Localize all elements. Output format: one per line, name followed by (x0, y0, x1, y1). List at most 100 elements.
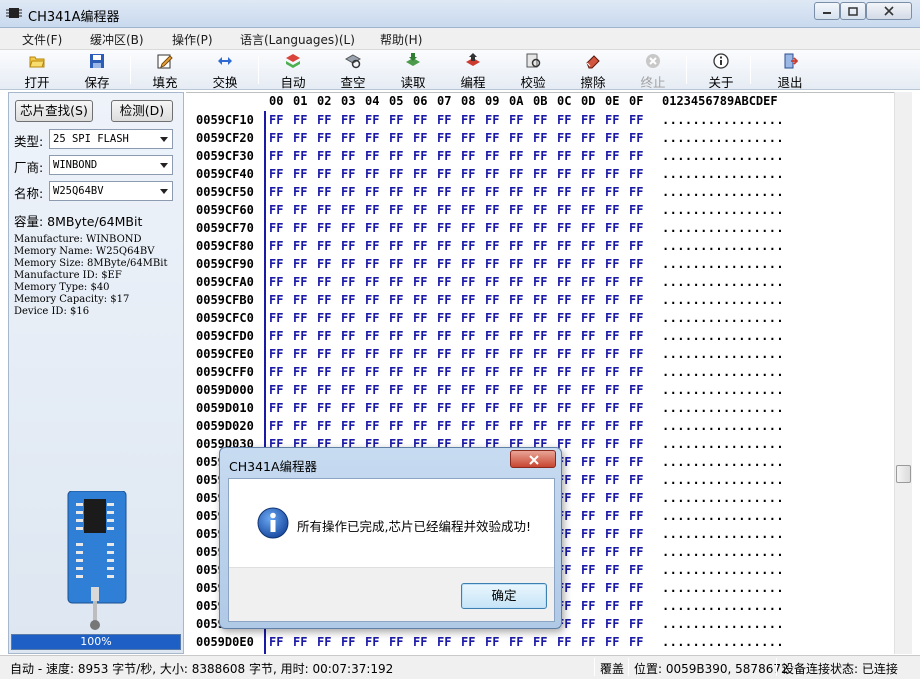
hex-byte[interactable]: FF (557, 635, 571, 649)
hex-byte[interactable]: FF (533, 311, 547, 325)
hex-byte[interactable]: FF (581, 401, 595, 415)
hex-byte[interactable]: FF (269, 167, 283, 181)
hex-byte[interactable]: FF (605, 257, 619, 271)
hex-byte[interactable]: FF (317, 113, 331, 127)
hex-byte[interactable]: FF (317, 329, 331, 343)
hex-byte[interactable]: FF (461, 185, 475, 199)
hex-byte[interactable]: FF (437, 275, 451, 289)
hex-byte[interactable]: FF (365, 635, 379, 649)
hex-byte[interactable]: FF (365, 365, 379, 379)
detect-button[interactable]: 检测(D) (111, 100, 173, 122)
hex-byte[interactable]: FF (413, 131, 427, 145)
ok-button[interactable]: 确定 (461, 583, 547, 609)
hex-byte[interactable]: FF (629, 491, 643, 505)
hex-byte[interactable]: FF (605, 185, 619, 199)
hex-byte[interactable]: FF (533, 203, 547, 217)
hex-byte[interactable]: FF (437, 239, 451, 253)
hex-byte[interactable]: FF (605, 329, 619, 343)
hex-byte[interactable]: FF (461, 131, 475, 145)
hex-byte[interactable]: FF (293, 347, 307, 361)
hex-byte[interactable]: FF (341, 347, 355, 361)
hex-byte[interactable]: FF (293, 257, 307, 271)
hex-byte[interactable]: FF (269, 275, 283, 289)
hex-byte[interactable]: FF (269, 635, 283, 649)
hex-byte[interactable]: FF (509, 221, 523, 235)
hex-byte[interactable]: FF (485, 635, 499, 649)
hex-byte[interactable]: FF (509, 167, 523, 181)
hex-byte[interactable]: FF (605, 581, 619, 595)
hex-row[interactable]: 0059CFE0 FF FF FF FF FF FF FF FF FF FF FF FF FF FF FF FF… (186, 345, 894, 363)
hex-byte[interactable]: FF (485, 365, 499, 379)
hex-byte[interactable]: FF (605, 203, 619, 217)
hex-byte[interactable]: FF (557, 401, 571, 415)
hex-byte[interactable]: FF (293, 131, 307, 145)
chip-search-button[interactable]: 芯片查找(S) (15, 100, 93, 122)
hex-byte[interactable]: FF (389, 113, 403, 127)
read-button[interactable]: 读取 (389, 52, 437, 90)
hex-byte[interactable]: FF (533, 149, 547, 163)
close-button[interactable] (866, 2, 912, 20)
hex-byte[interactable]: FF (629, 275, 643, 289)
hex-byte[interactable]: FF (293, 365, 307, 379)
hex-byte[interactable]: FF (365, 203, 379, 217)
hex-byte[interactable]: FF (365, 185, 379, 199)
hex-byte[interactable]: FF (317, 149, 331, 163)
hex-byte[interactable]: FF (605, 617, 619, 631)
hex-byte[interactable]: FF (413, 257, 427, 271)
hex-byte[interactable]: FF (605, 383, 619, 397)
hex-byte[interactable]: FF (485, 275, 499, 289)
hex-byte[interactable]: FF (461, 347, 475, 361)
hex-byte[interactable]: FF (605, 167, 619, 181)
hex-byte[interactable]: FF (485, 257, 499, 271)
hex-byte[interactable]: FF (485, 203, 499, 217)
hex-byte[interactable]: FF (557, 383, 571, 397)
hex-byte[interactable]: FF (605, 527, 619, 541)
hex-byte[interactable]: FF (629, 509, 643, 523)
hex-byte[interactable]: FF (317, 383, 331, 397)
hex-byte[interactable]: FF (605, 239, 619, 253)
hex-byte[interactable]: FF (437, 185, 451, 199)
hex-byte[interactable]: FF (365, 257, 379, 271)
hex-byte[interactable]: FF (605, 635, 619, 649)
hex-byte[interactable]: FF (581, 203, 595, 217)
hex-byte[interactable]: FF (269, 131, 283, 145)
hex-byte[interactable]: FF (629, 149, 643, 163)
hex-byte[interactable]: FF (581, 329, 595, 343)
hex-byte[interactable]: FF (341, 167, 355, 181)
hex-byte[interactable]: FF (293, 383, 307, 397)
hex-row[interactable]: 0059D020 FF FF FF FF FF FF FF FF FF FF FF FF FF FF FF FF… (186, 417, 894, 435)
hex-byte[interactable]: FF (461, 167, 475, 181)
hex-byte[interactable]: FF (605, 311, 619, 325)
hex-byte[interactable]: FF (509, 257, 523, 271)
hex-byte[interactable]: FF (629, 383, 643, 397)
hex-byte[interactable]: FF (533, 167, 547, 181)
hex-byte[interactable]: FF (269, 365, 283, 379)
hex-byte[interactable]: FF (269, 113, 283, 127)
hex-byte[interactable]: FF (485, 113, 499, 127)
hex-row[interactable]: 0059CFD0 FF FF FF FF FF FF FF FF FF FF FF FF FF FF FF FF… (186, 327, 894, 345)
hex-byte[interactable]: FF (293, 293, 307, 307)
hex-byte[interactable]: FF (509, 347, 523, 361)
hex-byte[interactable]: FF (581, 527, 595, 541)
open-button[interactable]: 打开 (13, 52, 61, 90)
hex-byte[interactable]: FF (509, 203, 523, 217)
menu-buffer[interactable]: 缓冲区(B) (90, 31, 144, 48)
hex-byte[interactable]: FF (629, 365, 643, 379)
hex-byte[interactable]: FF (365, 167, 379, 181)
hex-byte[interactable]: FF (413, 401, 427, 415)
hex-byte[interactable]: FF (317, 257, 331, 271)
hex-byte[interactable]: FF (485, 293, 499, 307)
hex-byte[interactable]: FF (581, 347, 595, 361)
hex-byte[interactable]: FF (485, 239, 499, 253)
hex-byte[interactable]: FF (581, 473, 595, 487)
hex-byte[interactable]: FF (485, 329, 499, 343)
hex-byte[interactable]: FF (293, 635, 307, 649)
hex-byte[interactable]: FF (581, 617, 595, 631)
hex-byte[interactable]: FF (389, 203, 403, 217)
hex-byte[interactable]: FF (629, 221, 643, 235)
hex-byte[interactable]: FF (557, 113, 571, 127)
hex-byte[interactable]: FF (557, 221, 571, 235)
hex-byte[interactable]: FF (293, 401, 307, 415)
vertical-scrollbar[interactable] (894, 92, 912, 654)
hex-byte[interactable]: FF (269, 383, 283, 397)
